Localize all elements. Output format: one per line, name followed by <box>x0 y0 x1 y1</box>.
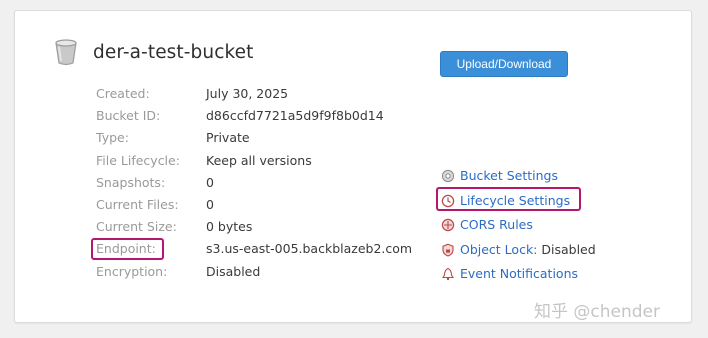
endpoint-highlight-box <box>91 238 164 261</box>
property-label: Type: <box>96 130 129 146</box>
object-lock-status: Disabled <box>537 241 596 257</box>
lifecycle-highlight-box <box>436 186 581 211</box>
lock-shield-icon <box>441 243 455 257</box>
gear-icon <box>441 169 455 183</box>
property-label: File Lifecycle: <box>96 152 180 168</box>
bell-icon <box>441 267 455 281</box>
watermark: 知乎 @chender <box>534 302 660 322</box>
property-value: July 30, 2025 <box>206 86 289 101</box>
property-value: d86ccfd7721a5d9f9f8b0d14 <box>206 108 384 124</box>
property-label: Bucket ID: <box>96 108 161 124</box>
property-label: Current Files: <box>96 196 179 212</box>
bucket-icon <box>51 37 81 67</box>
property-value: Private <box>206 130 250 146</box>
property-value: Keep all versions <box>206 152 312 168</box>
bucket-settings-label[interactable]: Bucket Settings <box>460 167 558 185</box>
property-label: Current Size: <box>96 219 177 235</box>
upload-download-button[interactable]: Upload/Download <box>440 51 568 77</box>
property-value: 0 <box>206 196 214 212</box>
property-value: 0 <box>206 174 214 190</box>
cors-rules-label[interactable]: CORS Rules <box>460 216 533 234</box>
property-value: Disabled <box>206 263 261 279</box>
endpoint-value: s3.us-east-005.backblazeb2.com <box>206 241 413 257</box>
property-label: Encryption: <box>96 263 168 279</box>
property-value: 0 bytes <box>206 219 253 235</box>
bucket-card: der-a-test-bucket Upload/Download Create… <box>14 10 692 323</box>
cors-shield-icon <box>441 218 455 232</box>
property-label: Created: <box>96 86 150 101</box>
event-notifications-label[interactable]: Event Notifications <box>460 265 578 283</box>
property-label: Snapshots: <box>96 174 166 190</box>
object-lock-label[interactable]: Object Lock: Disabled <box>460 241 596 259</box>
bucket-name: der-a-test-bucket <box>93 42 254 63</box>
